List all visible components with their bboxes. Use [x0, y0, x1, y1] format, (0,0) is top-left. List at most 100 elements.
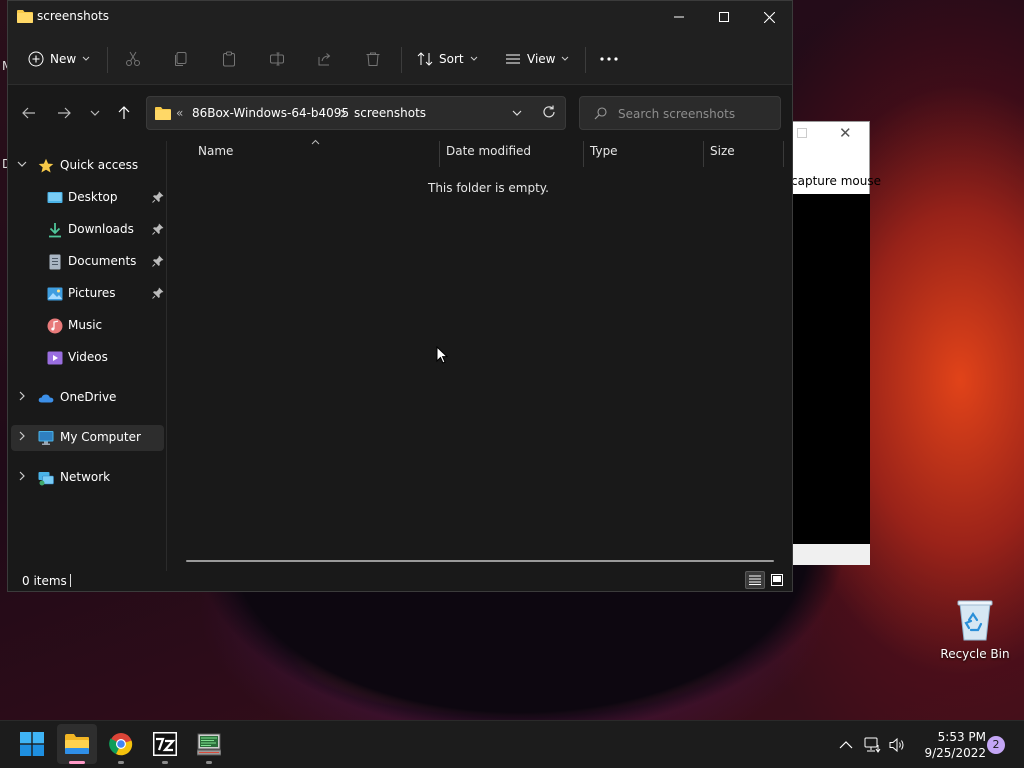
- 7zip-icon: [153, 732, 177, 756]
- column-divider[interactable]: [439, 141, 440, 167]
- more-options-button[interactable]: [600, 45, 618, 73]
- maximize-button[interactable]: [701, 1, 747, 33]
- pin-icon: [152, 287, 164, 299]
- new-button[interactable]: New: [28, 45, 90, 73]
- item-count: 0 items: [22, 574, 67, 588]
- speaker-icon: [889, 737, 904, 753]
- taskbar-86box[interactable]: [189, 724, 229, 764]
- taskbar-clock[interactable]: 5:53 PM 9/25/2022: [910, 729, 986, 761]
- column-divider[interactable]: [783, 141, 784, 167]
- videos-icon: [47, 351, 63, 365]
- breadcrumb-item[interactable]: screenshots: [354, 106, 426, 120]
- sort-up-icon: [311, 139, 320, 145]
- chevron-right-icon[interactable]: [17, 431, 27, 441]
- taskbar-chrome[interactable]: [101, 724, 141, 764]
- network-wired-icon: [864, 737, 881, 753]
- minimize-icon: [674, 16, 684, 18]
- details-view-button[interactable]: [745, 571, 765, 589]
- paste-button[interactable]: [221, 45, 237, 73]
- sidebar-item-desktop[interactable]: Desktop: [11, 185, 164, 211]
- running-indicator: [206, 761, 212, 764]
- pane-divider[interactable]: [166, 141, 167, 571]
- pin-icon: [152, 223, 164, 235]
- start-button[interactable]: [12, 724, 52, 764]
- column-header-date-modified[interactable]: Date modified: [446, 144, 531, 164]
- large-icons-view-icon: [771, 574, 783, 586]
- sidebar-item-onedrive[interactable]: OneDrive: [11, 385, 164, 411]
- close-button[interactable]: ✕: [839, 124, 852, 142]
- column-header-type[interactable]: Type: [590, 144, 618, 164]
- pictures-icon: [47, 287, 63, 301]
- folder-icon: [155, 107, 171, 120]
- sidebar-item-music[interactable]: Music: [11, 313, 164, 339]
- chevron-right-icon[interactable]: [17, 471, 27, 481]
- address-bar[interactable]: « 86Box-Windows-64-b4095 screenshots: [146, 96, 566, 130]
- plus-circle-icon: [28, 51, 44, 67]
- capture-mouse-hint: capture mouse: [791, 174, 882, 188]
- large-icons-view-button[interactable]: [767, 571, 787, 589]
- rename-button[interactable]: [269, 45, 285, 73]
- chevron-down-icon[interactable]: [17, 159, 27, 169]
- recycle-bin-icon: [957, 600, 993, 641]
- chevron-down-icon: [470, 56, 477, 61]
- title-bar[interactable]: screenshots: [8, 1, 792, 33]
- sidebar-item-videos[interactable]: Videos: [11, 345, 164, 371]
- background-app-window[interactable]: ✕ capture mouse: [790, 121, 881, 565]
- sidebar-item-label: My Computer: [60, 430, 141, 444]
- emulator-screen[interactable]: [791, 194, 870, 544]
- chevron-right-icon: [340, 109, 346, 118]
- chevron-right-icon[interactable]: [17, 391, 27, 401]
- clock-date: 9/25/2022: [924, 746, 986, 760]
- status-bar: 0 items: [8, 569, 792, 591]
- sort-button[interactable]: Sort: [417, 45, 478, 73]
- chevron-down-icon: [90, 110, 100, 116]
- sidebar-item-my-computer[interactable]: My Computer: [11, 425, 164, 451]
- taskbar-7zip[interactable]: [145, 724, 185, 764]
- column-header-name[interactable]: Name: [198, 144, 233, 164]
- back-button[interactable]: [17, 103, 41, 123]
- start-icon: [20, 732, 44, 756]
- forward-button[interactable]: [52, 103, 76, 123]
- column-divider[interactable]: [703, 141, 704, 167]
- breadcrumb-overflow[interactable]: «: [176, 106, 183, 120]
- maximize-button[interactable]: [797, 128, 807, 138]
- more-icon: [600, 57, 618, 61]
- sort-icon: [417, 52, 433, 66]
- file-explorer-window[interactable]: screenshots New Sort View « 86Box-Window…: [7, 0, 793, 592]
- minimize-button[interactable]: [656, 1, 702, 33]
- up-button[interactable]: [112, 103, 136, 123]
- view-button[interactable]: View: [505, 45, 569, 73]
- copy-button[interactable]: [173, 45, 189, 73]
- sidebar-item-documents[interactable]: Documents: [11, 249, 164, 275]
- column-divider[interactable]: [583, 141, 584, 167]
- search-box[interactable]: [579, 96, 781, 130]
- recycle-bin[interactable]: Recycle Bin: [938, 596, 1012, 666]
- delete-button[interactable]: [365, 45, 381, 73]
- clock-time: 5:53 PM: [937, 730, 986, 744]
- refresh-icon[interactable]: [542, 105, 556, 119]
- volume-button[interactable]: [888, 733, 908, 757]
- sidebar-item-network[interactable]: Network: [11, 465, 164, 491]
- chevron-down-icon[interactable]: [512, 110, 522, 117]
- share-icon: [318, 53, 331, 66]
- cut-button[interactable]: [125, 45, 141, 73]
- sidebar-item-quick-access[interactable]: Quick access: [11, 153, 164, 179]
- share-button[interactable]: [317, 45, 333, 73]
- maximize-icon: [719, 12, 729, 22]
- close-button[interactable]: [746, 1, 792, 33]
- horizontal-scrollbar[interactable]: [186, 560, 774, 562]
- show-hidden-icons-button[interactable]: [836, 733, 856, 757]
- search-input[interactable]: [618, 105, 773, 123]
- taskbar-file-explorer[interactable]: [57, 724, 97, 764]
- close-icon: [763, 11, 775, 23]
- chevron-up-icon: [839, 741, 853, 749]
- search-icon: [594, 107, 607, 120]
- network-status-button[interactable]: [863, 733, 883, 757]
- breadcrumb-item[interactable]: 86Box-Windows-64-b4095: [192, 106, 349, 120]
- sidebar-item-pictures[interactable]: Pictures: [11, 281, 164, 307]
- file-explorer-icon: [65, 734, 89, 754]
- recent-locations-button[interactable]: [83, 103, 107, 123]
- notification-badge[interactable]: 2: [987, 736, 1005, 754]
- column-header-size[interactable]: Size: [710, 144, 735, 164]
- sidebar-item-downloads[interactable]: Downloads: [11, 217, 164, 243]
